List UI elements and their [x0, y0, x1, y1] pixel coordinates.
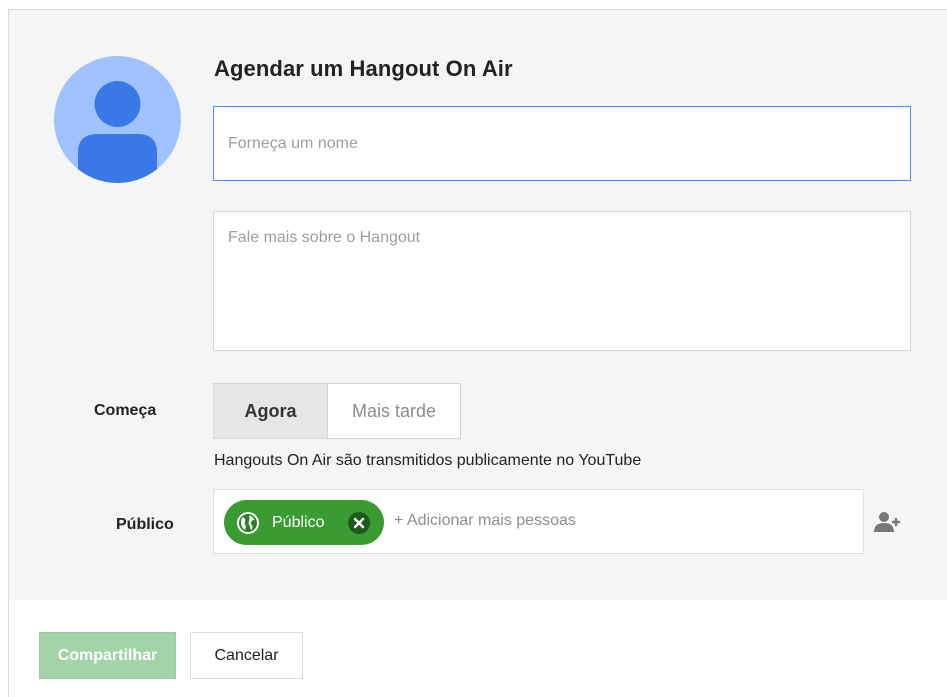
audience-chip-label: Público — [272, 513, 325, 531]
start-now-button[interactable]: Agora — [213, 383, 327, 439]
add-people-input[interactable] — [394, 512, 834, 530]
starts-label: Começa — [94, 402, 157, 419]
user-avatar — [54, 56, 181, 183]
start-time-toggle: Agora Mais tarde — [213, 383, 461, 439]
cancel-button[interactable]: Cancelar — [190, 632, 303, 679]
close-icon[interactable] — [347, 511, 371, 535]
audience-field[interactable]: Público — [213, 489, 864, 554]
share-button[interactable]: Compartilhar — [39, 632, 176, 679]
start-later-button[interactable]: Mais tarde — [327, 383, 461, 439]
broadcast-notice: Hangouts On Air são transmitidos publica… — [214, 452, 642, 469]
hangout-name-input[interactable] — [213, 106, 911, 181]
globe-icon — [236, 511, 260, 535]
audience-chip-public[interactable]: Público — [224, 500, 384, 545]
audience-label: Público — [116, 516, 174, 533]
user-avatar-icon — [78, 81, 157, 183]
dialog-title: Agendar um Hangout On Air — [214, 56, 513, 81]
add-person-icon[interactable] — [874, 510, 902, 534]
hangout-description-input[interactable] — [213, 211, 911, 351]
